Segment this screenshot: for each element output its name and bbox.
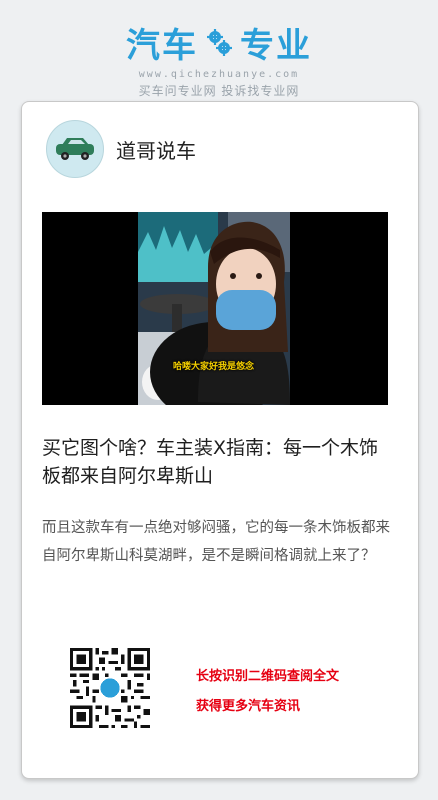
video-caption: 哈喽大家好我是悠念 [173, 362, 255, 372]
logo-text-left: 汽车 [126, 26, 198, 66]
car-icon [56, 138, 94, 160]
gear-icon [207, 28, 232, 56]
video-player[interactable]: 哈喽大家好我是悠念 [42, 212, 388, 405]
cta-line-1: 长按识别二维码查阅全文 [196, 669, 340, 684]
site-slogan: 买车问专业网 投诉找专业网 [138, 84, 300, 98]
author-name: 道哥说车 [116, 138, 196, 163]
site-logo[interactable]: 汽车 专业 [126, 18, 312, 67]
logo-text-right: 专业 [240, 26, 312, 66]
site-domain: www.qichezhuanye.com [138, 69, 300, 80]
avatar [46, 120, 104, 178]
post-card: 道哥说车 哈喽大家好我是悠念 买它图个啥？车主装X指南：每一个木饰板都来自阿尔卑… [21, 101, 419, 779]
cta-line-2: 获得更多汽车资讯 [196, 699, 301, 714]
author-row[interactable]: 道哥说车 [46, 120, 196, 178]
site-header: 汽车 专业 www.qichezhuanye.com 买车问专业网 投诉找专业网 [0, 18, 438, 99]
video-frame [138, 212, 290, 405]
article-description: 而且这款车有一点绝对够闷骚，它的每一条木饰板都来自阿尔卑斯山科莫湖畔，是不是瞬间… [42, 520, 390, 564]
article-title[interactable]: 买它图个啥？车主装X指南：每一个木饰板都来自阿尔卑斯山 [42, 434, 392, 490]
qr-code[interactable] [70, 648, 150, 728]
qr-cta: 长按识别二维码查阅全文 获得更多汽车资讯 [196, 662, 339, 722]
